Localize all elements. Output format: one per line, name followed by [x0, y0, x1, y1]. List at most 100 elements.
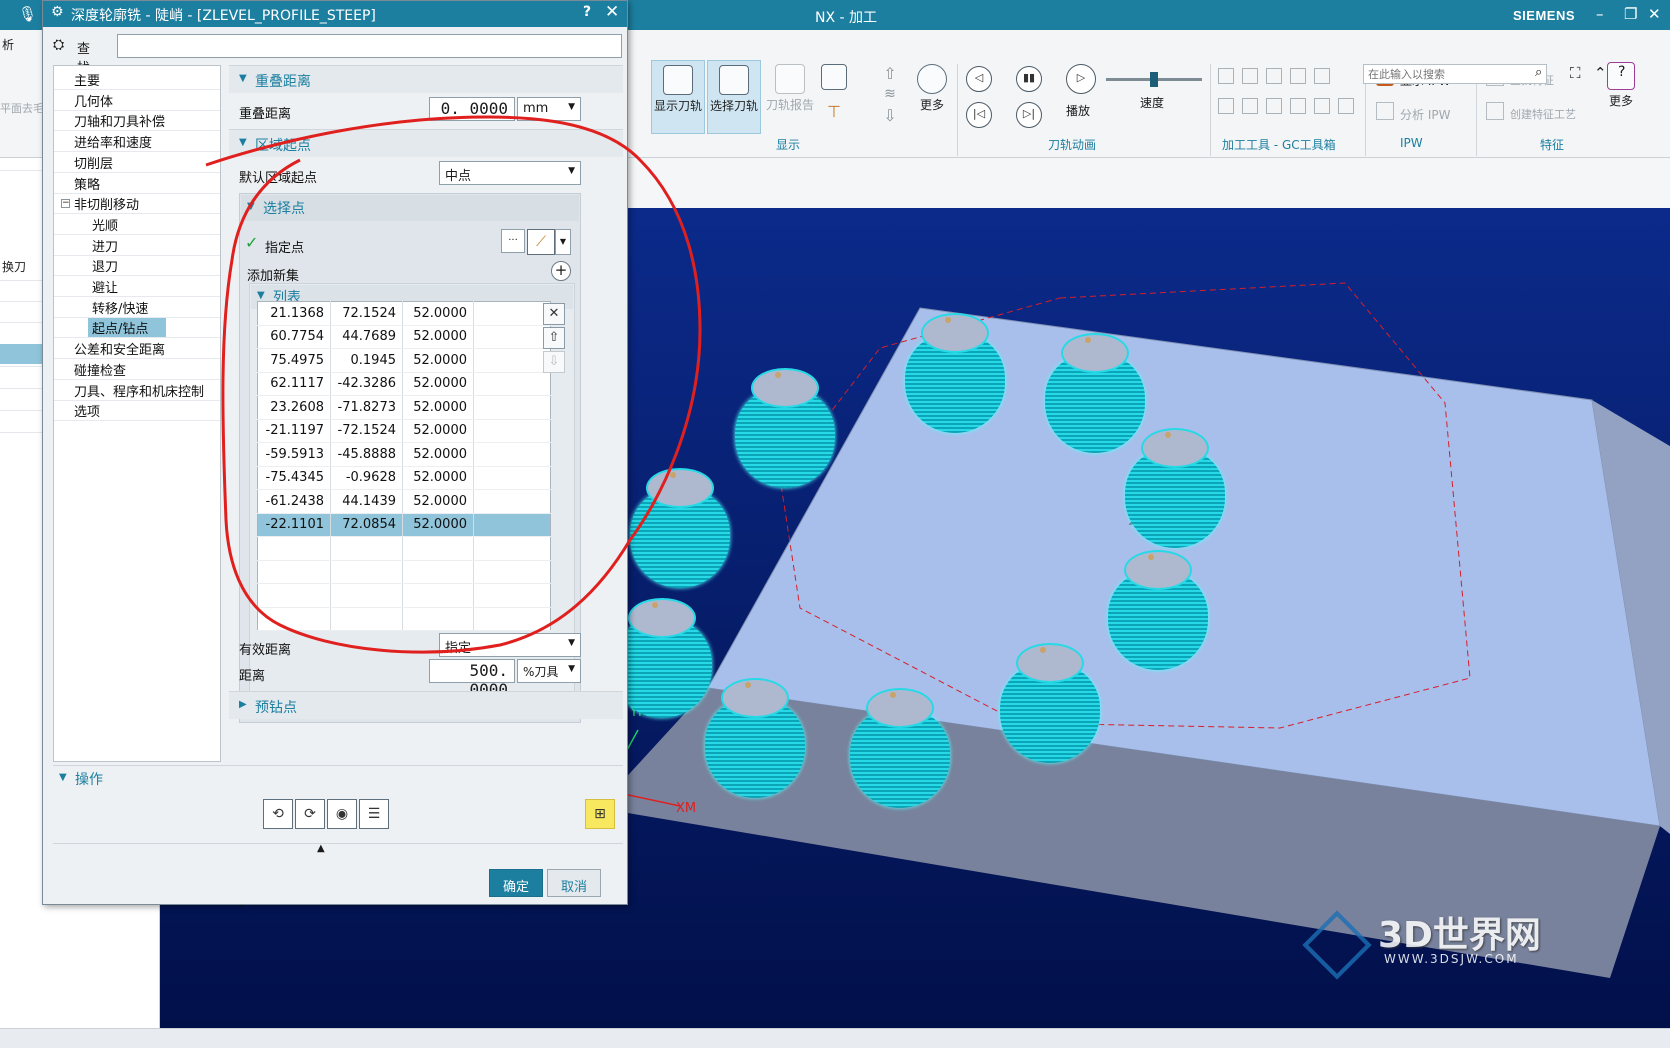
- distance-unit-dropdown[interactable]: %刀具 ▼: [517, 659, 581, 683]
- microphone-icon[interactable]: 🎙: [18, 5, 37, 23]
- pause-icon[interactable]: ▮▮: [1016, 66, 1042, 92]
- table-row[interactable]: [257, 583, 551, 608]
- table-row[interactable]: 75.4975 0.1945 52.0000: [257, 348, 551, 373]
- point-inference-icon[interactable]: ⟋: [527, 229, 555, 255]
- dialog-title-bar[interactable]: ⚙ 深度轮廓铣 - 陡峭 - [ZLEVEL_PROFILE_STEEP] ? …: [43, 1, 627, 27]
- minimize-button[interactable]: –: [1596, 5, 1604, 23]
- tree-item[interactable]: 公差和安全距离: [74, 339, 165, 358]
- overlap-unit-dropdown[interactable]: mm ▼: [517, 97, 581, 121]
- tree-item[interactable]: 转移/快速: [92, 298, 148, 317]
- select-point-header[interactable]: ▼ 选择点: [241, 195, 579, 221]
- points-table[interactable]: 21.1368 72.1524 52.0000 60.7754 44.7689 52.00…: [257, 301, 551, 631]
- planar-deburr-label[interactable]: 平面去毛: [0, 100, 44, 116]
- tool-icon[interactable]: ⊤: [823, 102, 845, 126]
- chevron-down-icon[interactable]: ▼: [555, 229, 571, 255]
- search-icon[interactable]: ⌕: [1535, 65, 1542, 80]
- help-icon[interactable]: ?: [1618, 64, 1625, 80]
- predrill-section-header[interactable]: ▶ 预钻点: [229, 691, 623, 719]
- move-down-icon[interactable]: ⇩: [543, 351, 565, 373]
- tool-icon[interactable]: [1314, 68, 1330, 84]
- default-region-start-dropdown[interactable]: 中点 ▼: [439, 161, 581, 185]
- tree-item[interactable]: 进刀: [92, 236, 118, 255]
- tree-item[interactable]: 刀具、程序和机床控制: [74, 381, 204, 400]
- region-start-section-header[interactable]: ▼ 区域起点: [229, 129, 623, 157]
- gear-icon[interactable]: ⚙: [51, 4, 64, 20]
- table-row[interactable]: [257, 607, 551, 631]
- operations-header[interactable]: ▼ 操作: [53, 765, 623, 791]
- toolpath-edit-icon[interactable]: ⊞: [585, 799, 615, 829]
- close-window-button[interactable]: ✕: [1648, 5, 1661, 23]
- create-feature-icon[interactable]: [1486, 102, 1504, 120]
- select-toolpath-button[interactable]: 选择刀轨: [707, 60, 761, 134]
- tool-icon[interactable]: [1314, 98, 1330, 114]
- generate-icon[interactable]: ⟲: [263, 799, 293, 829]
- tool-icon[interactable]: [1266, 68, 1282, 84]
- ribbon-tab-fragment[interactable]: 析: [2, 36, 14, 53]
- speed-slider-thumb[interactable]: [1150, 72, 1158, 87]
- table-row[interactable]: [257, 536, 551, 561]
- display-more-button[interactable]: 更多: [910, 60, 954, 134]
- show-toolpath-button[interactable]: 显示刀轨: [651, 60, 705, 134]
- table-row[interactable]: -75.4345 -0.9628 52.0000: [257, 466, 551, 490]
- tree-item[interactable]: 碰撞检查: [74, 360, 126, 379]
- add-set-icon[interactable]: +: [551, 261, 571, 281]
- table-row[interactable]: -61.2438 44.1439 52.0000: [257, 489, 551, 514]
- dialog-close-button[interactable]: ✕: [605, 2, 619, 22]
- tree-item[interactable]: 选项: [74, 401, 100, 420]
- command-search-input[interactable]: [1363, 64, 1547, 84]
- table-row[interactable]: -22.1101 72.0854 52.0000: [257, 513, 551, 537]
- tree-item[interactable]: 几何体: [74, 91, 113, 110]
- tool-icon[interactable]: [1218, 68, 1234, 84]
- tree-item[interactable]: 起点/钻点: [88, 318, 167, 338]
- fullscreen-icon[interactable]: ⛶: [1570, 64, 1581, 82]
- selected-row[interactable]: [0, 344, 42, 364]
- tree-item[interactable]: 主要: [74, 70, 100, 89]
- analyze-ipw-icon[interactable]: [1376, 102, 1394, 120]
- list-icon[interactable]: ☰: [359, 799, 389, 829]
- table-row[interactable]: 23.2608 -71.8273 52.0000: [257, 395, 551, 420]
- tree-item[interactable]: 切削层: [74, 153, 113, 172]
- tool-icon[interactable]: [1290, 68, 1306, 84]
- effective-distance-dropdown[interactable]: 指定 ▼: [439, 633, 581, 657]
- tool-icon[interactable]: [1218, 98, 1234, 114]
- table-row[interactable]: 60.7754 44.7689 52.0000: [257, 325, 551, 349]
- restore-button[interactable]: ❐: [1624, 5, 1637, 23]
- tree-collapse-icon[interactable]: −: [61, 199, 70, 209]
- table-row[interactable]: [257, 560, 551, 584]
- arrow-up-icon[interactable]: ⇧: [880, 64, 900, 83]
- tree-item[interactable]: 非切削移动: [74, 194, 139, 213]
- rewind-icon[interactable]: ◁: [966, 66, 992, 92]
- step-back-icon[interactable]: |◁: [966, 102, 992, 128]
- table-row[interactable]: 21.1368 72.1524 52.0000: [257, 301, 551, 326]
- tree-item[interactable]: 进给率和速度: [74, 132, 152, 151]
- distance-field[interactable]: 500. 0000: [429, 659, 515, 699]
- step-forward-icon[interactable]: ▷|: [1016, 102, 1042, 128]
- create-feature-process-button[interactable]: 创建特征工艺: [1510, 106, 1576, 122]
- display-option-button[interactable]: [819, 64, 849, 94]
- analyze-ipw-button[interactable]: 分析 IPW: [1400, 106, 1450, 123]
- tool-icon[interactable]: [1338, 98, 1354, 114]
- tool-change-label[interactable]: 换刀: [2, 258, 26, 275]
- overlap-distance-field[interactable]: 0. 0000: [429, 97, 515, 121]
- replay-icon[interactable]: ⟳: [295, 799, 325, 829]
- collapse-ribbon-icon[interactable]: ⌃: [1594, 64, 1607, 82]
- overlap-section-header[interactable]: ▼ 重叠距离: [229, 65, 623, 93]
- collapse-up-icon[interactable]: ▲: [317, 843, 325, 854]
- table-row[interactable]: -59.5913 -45.8888 52.0000: [257, 442, 551, 467]
- tool-icon[interactable]: [1242, 98, 1258, 114]
- verify-icon[interactable]: ◉: [327, 799, 357, 829]
- tool-icon[interactable]: [1266, 98, 1282, 114]
- move-up-icon[interactable]: ⇧: [543, 327, 565, 349]
- tree-item[interactable]: 光顺: [92, 215, 118, 234]
- speed-slider[interactable]: [1106, 72, 1202, 87]
- tree-item[interactable]: 策略: [74, 174, 100, 193]
- table-row[interactable]: -21.1197 -72.1524 52.0000: [257, 419, 551, 443]
- tree-item[interactable]: 退刀: [92, 256, 118, 275]
- help-button[interactable]: ?: [583, 4, 591, 20]
- tree-item[interactable]: 刀轴和刀具补偿: [74, 111, 165, 130]
- tool-icon[interactable]: [1290, 98, 1306, 114]
- play-icon[interactable]: ▷: [1066, 64, 1096, 94]
- cancel-button[interactable]: 取消: [547, 869, 601, 897]
- tree-item[interactable]: 避让: [92, 277, 118, 296]
- tool-icon[interactable]: [1242, 68, 1258, 84]
